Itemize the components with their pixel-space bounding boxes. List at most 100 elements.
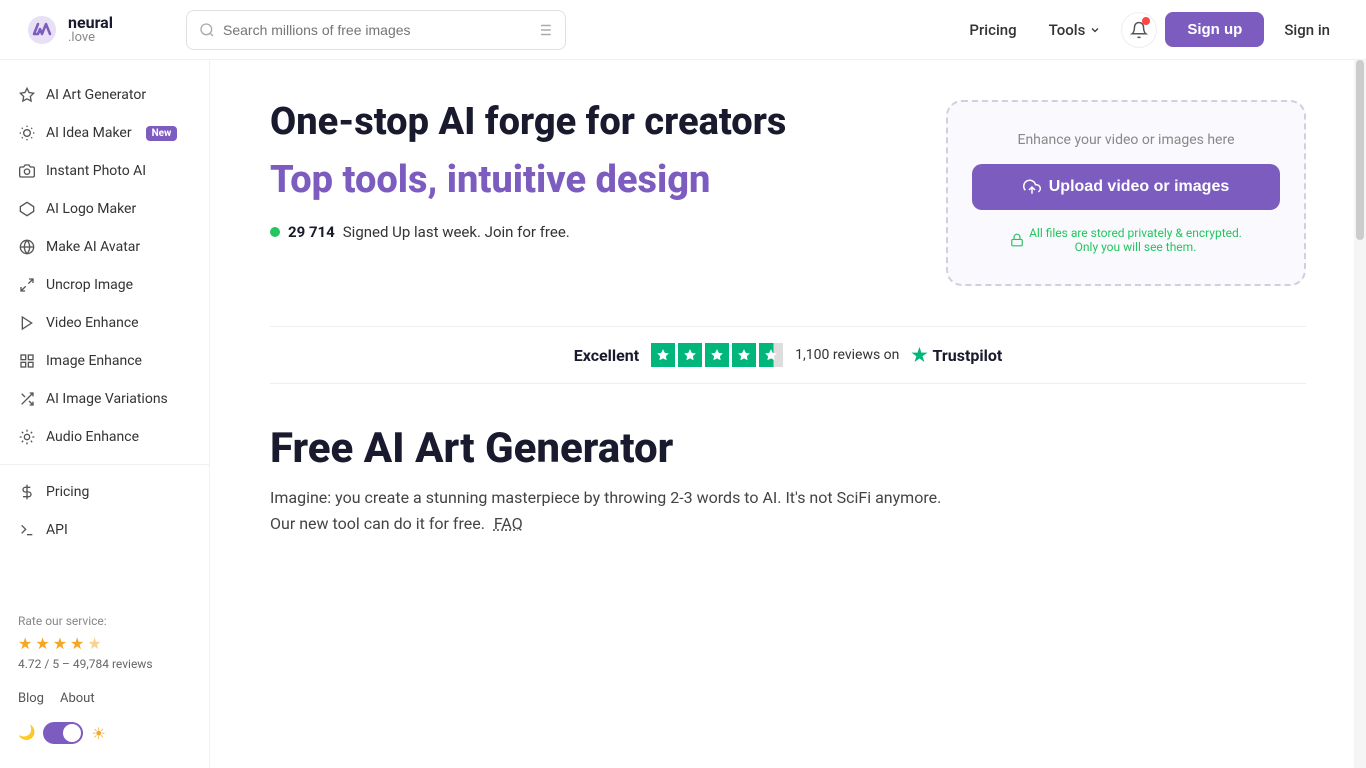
section-title: Free AI Art Generator	[270, 424, 1306, 473]
rating-stars: ★ ★ ★ ★ ★	[18, 634, 191, 653]
sidebar-item-video-enhance[interactable]: Video Enhance	[0, 304, 209, 342]
sidebar-item-make-ai-avatar[interactable]: Make AI Avatar	[0, 228, 209, 266]
search-icon	[199, 22, 215, 38]
filter-icon[interactable]	[535, 21, 553, 39]
signups-count: 29 714 Signed Up last week. Join for fre…	[270, 223, 906, 241]
tp-star-5-half	[759, 343, 783, 367]
sidebar-item-label: AI Art Generator	[46, 87, 146, 103]
sidebar-item-api[interactable]: API	[0, 511, 209, 549]
moon-icon: 🌙	[18, 725, 35, 741]
upload-icon	[1023, 178, 1041, 196]
rating-text: 4.72 / 5 – 49,784 reviews	[18, 657, 191, 671]
sidebar-item-label: AI Image Variations	[46, 391, 168, 407]
arrow-expand-icon	[18, 276, 36, 294]
terminal-icon	[18, 521, 36, 539]
search-bar	[186, 10, 566, 50]
star-5: ★	[87, 634, 101, 653]
sparkle-icon	[18, 86, 36, 104]
notification-dot	[1142, 17, 1150, 25]
star-3: ★	[53, 634, 67, 653]
sun-icon: ☀	[91, 724, 105, 743]
trustpilot-logo: ★ Trustpilot	[911, 345, 1002, 366]
bulb-icon	[18, 124, 36, 142]
signin-link[interactable]: Sign in	[1272, 13, 1342, 47]
main-content: One-stop AI forge for creators Top tools…	[210, 60, 1366, 768]
sidebar-item-ai-image-variations[interactable]: AI Image Variations	[0, 380, 209, 418]
sidebar-item-label: Make AI Avatar	[46, 239, 140, 255]
signup-button[interactable]: Sign up	[1165, 12, 1264, 47]
search-input[interactable]	[223, 22, 535, 38]
lock-icon	[1010, 233, 1024, 247]
tp-star-4	[732, 343, 756, 367]
trustpilot-reviews: 1,100 reviews on	[795, 347, 899, 363]
nav-pricing-link[interactable]: Pricing	[957, 13, 1028, 47]
sidebar-item-label: AI Logo Maker	[46, 201, 136, 217]
scrollbar[interactable]	[1354, 60, 1366, 768]
rate-label: Rate our service:	[18, 614, 191, 628]
section-desc: Imagine: you create a stunning masterpie…	[270, 485, 1306, 536]
trustpilot-star-icon: ★	[911, 345, 927, 366]
hero-text: One-stop AI forge for creators Top tools…	[270, 100, 906, 241]
sidebar-item-label: Instant Photo AI	[46, 163, 146, 179]
sidebar-item-label: Uncrop Image	[46, 277, 133, 293]
header-nav: Pricing Tools Sign up Sign in	[957, 12, 1342, 48]
upload-hint: Enhance your video or images here	[1017, 132, 1234, 148]
sidebar-item-uncrop-image[interactable]: Uncrop Image	[0, 266, 209, 304]
shuffle-icon	[18, 390, 36, 408]
dollar-icon	[18, 483, 36, 501]
star-1: ★	[18, 634, 32, 653]
theme-toggle: 🌙 ☀	[0, 714, 209, 752]
star-2: ★	[35, 634, 49, 653]
logo-text: neural .love	[68, 14, 113, 46]
sidebar-item-ai-idea-maker[interactable]: AI Idea Maker New	[0, 114, 209, 152]
privacy-note: All files are stored privately & encrypt…	[1010, 226, 1242, 254]
trustpilot-stars	[651, 343, 783, 367]
sidebar-divider	[0, 464, 209, 465]
hero-title: One-stop AI forge for creators	[270, 100, 906, 146]
sidebar-bottom: Rate our service: ★ ★ ★ ★ ★ 4.72 / 5 – 4…	[0, 602, 209, 683]
sidebar-item-label: Audio Enhance	[46, 429, 139, 445]
chevron-down-icon	[1089, 24, 1101, 36]
diamond-icon	[18, 200, 36, 218]
notifications-button[interactable]	[1121, 12, 1157, 48]
about-link[interactable]: About	[60, 691, 95, 706]
art-generator-section: Free AI Art Generator Imagine: you creat…	[270, 424, 1306, 536]
hero-section: One-stop AI forge for creators Top tools…	[270, 100, 1306, 286]
sidebar-item-audio-enhance[interactable]: Audio Enhance	[0, 418, 209, 456]
sidebar-item-image-enhance[interactable]: Image Enhance	[0, 342, 209, 380]
faq-link[interactable]: FAQ	[494, 514, 523, 533]
blog-link[interactable]: Blog	[18, 691, 44, 706]
tp-star-1	[651, 343, 675, 367]
scrollbar-thumb[interactable]	[1356, 60, 1364, 240]
globe-icon	[18, 238, 36, 256]
nav-tools-dropdown[interactable]: Tools	[1037, 13, 1114, 47]
sidebar-links: Blog About	[0, 683, 209, 714]
tp-star-3	[705, 343, 729, 367]
new-badge: New	[146, 126, 178, 141]
toggle-thumb	[63, 724, 81, 742]
logo[interactable]: neural .love	[24, 12, 154, 48]
sidebar-item-instant-photo-ai[interactable]: Instant Photo AI	[0, 152, 209, 190]
play-icon	[18, 314, 36, 332]
green-dot	[270, 227, 280, 237]
upload-button[interactable]: Upload video or images	[972, 164, 1280, 210]
camera-icon	[18, 162, 36, 180]
hero-subtitle: Top tools, intuitive design	[270, 158, 906, 204]
audio-icon	[18, 428, 36, 446]
star-4: ★	[70, 634, 84, 653]
sidebar-item-ai-logo-maker[interactable]: AI Logo Maker	[0, 190, 209, 228]
trustpilot-bar: Excellent 1,100 reviews on ★ Trustpilot	[270, 326, 1306, 384]
sidebar-item-label: AI Idea Maker	[46, 125, 132, 141]
grid-icon	[18, 352, 36, 370]
sidebar-item-label: Pricing	[46, 484, 89, 500]
sidebar-item-label: API	[46, 522, 68, 538]
sidebar: AI Art Generator AI Idea Maker New Insta…	[0, 60, 210, 768]
sidebar-item-pricing[interactable]: Pricing	[0, 473, 209, 511]
theme-toggle-button[interactable]	[43, 722, 83, 744]
sidebar-item-label: Image Enhance	[46, 353, 142, 369]
sidebar-item-label: Video Enhance	[46, 315, 139, 331]
sidebar-item-ai-art-generator[interactable]: AI Art Generator	[0, 76, 209, 114]
upload-card: Enhance your video or images here Upload…	[946, 100, 1306, 286]
trustpilot-excellent: Excellent	[574, 346, 639, 365]
tp-star-2	[678, 343, 702, 367]
